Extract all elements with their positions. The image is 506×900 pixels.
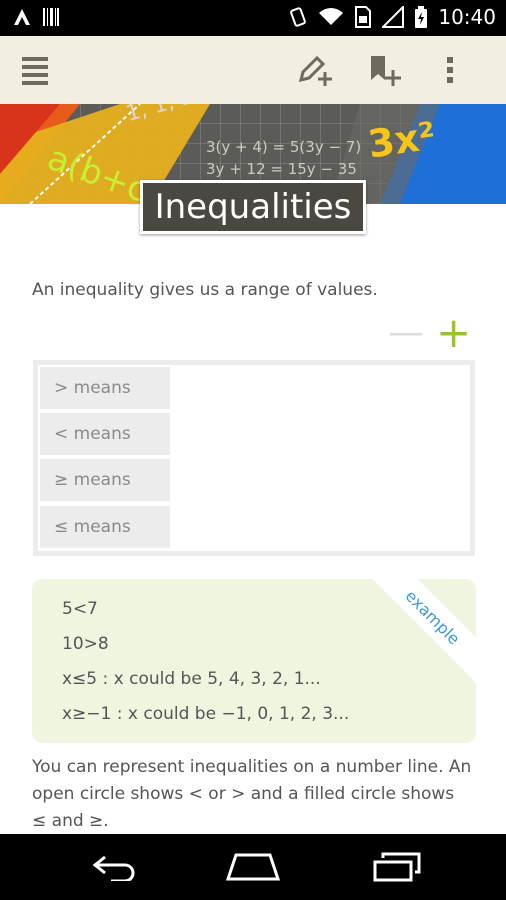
- more-vertical-icon: [447, 57, 453, 83]
- overflow-menu-button[interactable]: [430, 36, 470, 104]
- wifi-icon: [319, 8, 344, 25]
- banner-right-text: 3x²: [365, 113, 439, 167]
- definitions-table: > means < means ≥ means ≤ means: [33, 360, 475, 556]
- banner-equation-2: 3y + 12 = 15y − 35: [206, 160, 357, 178]
- status-time: 10:40: [438, 5, 496, 29]
- table-row-less[interactable]: < means: [40, 413, 170, 455]
- sim-icon: [355, 6, 372, 28]
- banner-equation-1: 3(y + 4) = 5(3y − 7): [206, 138, 362, 156]
- table-row-greater-equal[interactable]: ≥ means: [40, 459, 170, 501]
- add-bookmark-button[interactable]: [358, 36, 408, 104]
- navigation-bar: [0, 834, 506, 900]
- app-notification-icon: [14, 9, 30, 25]
- top-toolbar: [0, 36, 506, 105]
- recents-button[interactable]: [362, 834, 432, 900]
- example-line: x≥−1 : x could be −1, 0, 1, 2, 3...: [62, 704, 350, 724]
- intro-text: An inequality gives us a range of values…: [32, 280, 378, 300]
- example-line: 10>8: [62, 634, 109, 654]
- table-row-greater[interactable]: > means: [40, 367, 170, 409]
- back-icon: [92, 855, 135, 881]
- status-bar: 10:40: [0, 0, 506, 36]
- menu-button[interactable]: [10, 36, 60, 104]
- hamburger-menu-icon: [22, 57, 48, 85]
- pencil-add-icon: [298, 55, 332, 86]
- example-ribbon: example: [361, 579, 476, 689]
- add-note-button[interactable]: [290, 36, 340, 104]
- example-line: 5<7: [62, 599, 98, 619]
- recent-apps-icon: [373, 852, 421, 882]
- rotate-icon: [290, 7, 307, 27]
- signal-icon: [382, 6, 405, 28]
- home-button[interactable]: [218, 834, 288, 900]
- table-row-less-equal[interactable]: ≤ means: [40, 506, 170, 548]
- barcode-notification-icon: [43, 8, 59, 26]
- zoom-in-button[interactable]: +: [436, 312, 471, 354]
- zoom-out-button[interactable]: —: [388, 315, 424, 351]
- back-button[interactable]: [80, 834, 150, 900]
- bookmark-add-icon: [371, 56, 401, 86]
- example-box: example 5<7 10>8 x≤5 : x could be 5, 4, …: [32, 579, 476, 743]
- page-title: Inequalities: [140, 180, 366, 234]
- battery-icon: [415, 6, 428, 28]
- example-line: x≤5 : x could be 5, 4, 3, 2, 1...: [62, 669, 321, 689]
- home-icon: [226, 853, 280, 881]
- number-line-paragraph: You can represent inequalities on a numb…: [32, 757, 472, 831]
